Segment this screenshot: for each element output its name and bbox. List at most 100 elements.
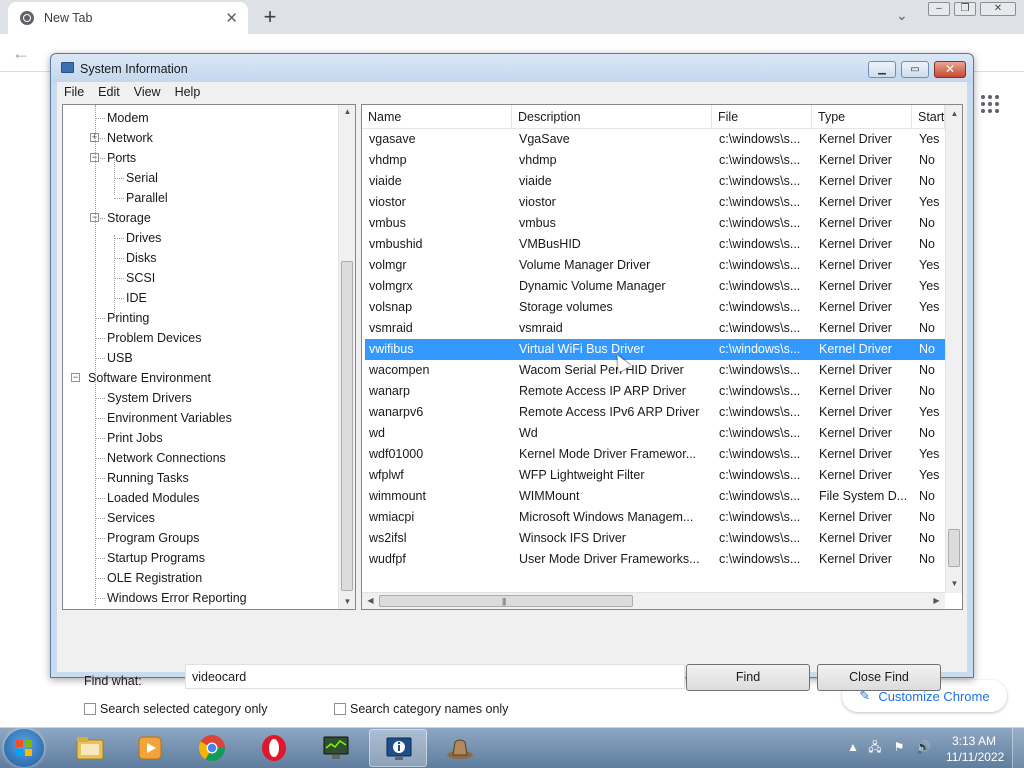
apps-grid-icon[interactable] bbox=[981, 95, 999, 113]
collapse-minus-icon[interactable]: − bbox=[71, 373, 80, 382]
table-row[interactable]: wd Wd c:\windows\s... Kernel Driver No bbox=[365, 423, 945, 444]
tree-item-ole-registration[interactable]: OLE Registration bbox=[107, 568, 202, 588]
title-bar[interactable]: System Information ▁ ▭ ✕ bbox=[51, 54, 973, 84]
taskbar-chrome[interactable] bbox=[183, 729, 241, 767]
tree-item-network-connections[interactable]: Network Connections bbox=[107, 448, 226, 468]
tab-close-icon[interactable]: ✕ bbox=[225, 9, 238, 27]
menu-edit[interactable]: Edit bbox=[91, 85, 127, 99]
browser-minimize-button[interactable]: – bbox=[928, 2, 950, 16]
list-vertical-scrollbar[interactable]: ▲ ▼ bbox=[945, 105, 962, 593]
tree-item-ports[interactable]: Ports bbox=[107, 148, 136, 168]
list-horizontal-scrollbar[interactable]: ◀ ||| ▶ bbox=[362, 592, 945, 609]
taskbar-file-explorer[interactable] bbox=[61, 729, 119, 767]
table-row[interactable]: wanarpv6 Remote Access IPv6 ARP Driver c:\… bbox=[365, 402, 945, 423]
category-tree[interactable]: Modem + Network − Ports Serial Parallel − Storag… bbox=[62, 104, 356, 610]
table-row[interactable]: viaide viaide c:\windows\s... Kernel Driver… bbox=[365, 171, 945, 192]
start-button[interactable] bbox=[4, 729, 44, 767]
taskbar-opera[interactable] bbox=[245, 729, 303, 767]
table-row[interactable]: ws2ifsl Winsock IFS Driver c:\windows\s...… bbox=[365, 528, 945, 549]
table-row[interactable]: vwifibus Virtual WiFi Bus Driver c:\window… bbox=[365, 339, 945, 360]
tree-item-scsi[interactable]: SCSI bbox=[126, 268, 155, 288]
minimize-button[interactable]: ▁ bbox=[868, 61, 896, 78]
table-row[interactable]: vmbushid VMBusHID c:\windows\s... Kernel Dr… bbox=[365, 234, 945, 255]
taskbar-task-app[interactable] bbox=[431, 729, 489, 767]
tree-item-ide[interactable]: IDE bbox=[126, 288, 147, 308]
menu-file[interactable]: File bbox=[57, 85, 91, 99]
tree-item-modem[interactable]: Modem bbox=[107, 108, 149, 128]
list-scroll-down-arrow-icon[interactable]: ▼ bbox=[946, 579, 962, 588]
table-row[interactable]: vgasave VgaSave c:\windows\s... Kernel Driv… bbox=[365, 129, 945, 150]
tree-item-usb[interactable]: USB bbox=[107, 348, 133, 368]
list-hscroll-thumb[interactable]: ||| bbox=[379, 595, 633, 607]
table-row[interactable]: vmbus vmbus c:\windows\s... Kernel Driver No bbox=[365, 213, 945, 234]
tree-item-storage[interactable]: Storage bbox=[107, 208, 151, 228]
table-row[interactable]: wfplwf WFP Lightweight Filter c:\windows\s… bbox=[365, 465, 945, 486]
tree-item-startup-programs[interactable]: Startup Programs bbox=[107, 548, 205, 568]
menu-view[interactable]: View bbox=[127, 85, 168, 99]
table-row[interactable]: wanarp Remote Access IP ARP Driver c:\wind… bbox=[365, 381, 945, 402]
list-scroll-thumb[interactable] bbox=[948, 529, 960, 567]
scroll-down-arrow-icon[interactable]: ▼ bbox=[339, 597, 355, 606]
list-scroll-up-arrow-icon[interactable]: ▲ bbox=[946, 109, 962, 118]
back-arrow-icon[interactable]: ← bbox=[12, 43, 30, 64]
taskbar-system-monitor[interactable] bbox=[307, 729, 365, 767]
tree-item-services[interactable]: Services bbox=[107, 508, 155, 528]
checkbox-box[interactable] bbox=[84, 703, 96, 715]
table-row[interactable]: volsnap Storage volumes c:\windows\s... Ker… bbox=[365, 297, 945, 318]
search-category-names-checkbox[interactable]: Search category names only bbox=[334, 702, 508, 716]
table-row[interactable]: wacompen Wacom Serial Pen HID Driver c:\wi… bbox=[365, 360, 945, 381]
column-header-start[interactable]: Start bbox=[912, 105, 945, 129]
table-row[interactable]: wimmount WIMMount c:\windows\s... File Syst… bbox=[365, 486, 945, 507]
table-row[interactable]: wdf01000 Kernel Mode Driver Framewor... c:… bbox=[365, 444, 945, 465]
new-tab-button[interactable]: + bbox=[260, 4, 280, 30]
checkbox-box[interactable] bbox=[334, 703, 346, 715]
tree-vertical-scrollbar[interactable]: ▲ ▼ bbox=[338, 105, 355, 609]
table-row[interactable]: viostor viostor c:\windows\s... Kernel Driv… bbox=[365, 192, 945, 213]
find-button[interactable]: Find bbox=[686, 664, 810, 691]
browser-maximize-button[interactable]: ❐ bbox=[954, 2, 976, 16]
volume-icon[interactable]: 🔊 bbox=[916, 740, 931, 754]
close-window-button[interactable]: ✕ bbox=[934, 61, 966, 78]
taskbar-media-player[interactable] bbox=[121, 729, 179, 767]
close-find-button[interactable]: Close Find bbox=[817, 664, 941, 691]
tree-item-drives[interactable]: Drives bbox=[126, 228, 161, 248]
tree-item-loaded-modules[interactable]: Loaded Modules bbox=[107, 488, 199, 508]
scroll-up-arrow-icon[interactable]: ▲ bbox=[339, 107, 355, 116]
tree-item-disks[interactable]: Disks bbox=[126, 248, 157, 268]
tree-item-running-tasks[interactable]: Running Tasks bbox=[107, 468, 189, 488]
tree-item-parallel[interactable]: Parallel bbox=[126, 188, 168, 208]
tree-item-problem-devices[interactable]: Problem Devices bbox=[107, 328, 201, 348]
maximize-button[interactable]: ▭ bbox=[901, 61, 929, 78]
table-row[interactable]: volmgr Volume Manager Driver c:\windows\s.… bbox=[365, 255, 945, 276]
taskbar-system-information[interactable] bbox=[369, 729, 427, 767]
tree-item-serial[interactable]: Serial bbox=[126, 168, 158, 188]
table-row[interactable]: wudfpf User Mode Driver Frameworks... c:\w… bbox=[365, 549, 945, 570]
tree-scroll-thumb[interactable] bbox=[341, 261, 353, 591]
search-selected-category-checkbox[interactable]: Search selected category only bbox=[84, 702, 267, 716]
find-what-input[interactable] bbox=[185, 664, 685, 689]
tree-item-print-jobs[interactable]: Print Jobs bbox=[107, 428, 163, 448]
tree-item-windows-error-reporting[interactable]: Windows Error Reporting bbox=[107, 588, 247, 608]
table-row[interactable]: volmgrx Dynamic Volume Manager c:\windows\… bbox=[365, 276, 945, 297]
action-center-icon[interactable]: ⚑ bbox=[892, 740, 906, 754]
show-desktop-button[interactable] bbox=[1012, 728, 1024, 768]
column-header-name[interactable]: Name bbox=[362, 105, 512, 129]
scroll-right-arrow-icon[interactable]: ▶ bbox=[928, 596, 945, 605]
browser-close-button[interactable]: ✕ bbox=[980, 2, 1016, 16]
column-header-file[interactable]: File bbox=[712, 105, 812, 129]
table-row[interactable]: wmiacpi Microsoft Windows Managem... c:\wi… bbox=[365, 507, 945, 528]
show-hidden-icons-icon[interactable]: ▲ bbox=[846, 740, 860, 754]
column-header-description[interactable]: Description bbox=[512, 105, 712, 129]
clock[interactable]: 3:13 AM 11/11/2022 bbox=[946, 733, 1004, 765]
column-header-type[interactable]: Type bbox=[812, 105, 912, 129]
tree-item-system-drivers[interactable]: System Drivers bbox=[107, 388, 192, 408]
tab-search-icon[interactable]: ⌄ bbox=[896, 7, 908, 24]
tree-item-software-environment[interactable]: Software Environment bbox=[88, 368, 211, 388]
tree-item-program-groups[interactable]: Program Groups bbox=[107, 528, 199, 548]
network-icon[interactable]: 🖧 bbox=[868, 740, 882, 754]
scroll-left-arrow-icon[interactable]: ◀ bbox=[362, 596, 379, 605]
tree-item-environment-variables[interactable]: Environment Variables bbox=[107, 408, 232, 428]
tree-item-network[interactable]: Network bbox=[107, 128, 153, 148]
table-row[interactable]: vsmraid vsmraid c:\windows\s... Kernel Driv… bbox=[365, 318, 945, 339]
table-row[interactable]: vhdmp vhdmp c:\windows\s... Kernel Driver No bbox=[365, 150, 945, 171]
